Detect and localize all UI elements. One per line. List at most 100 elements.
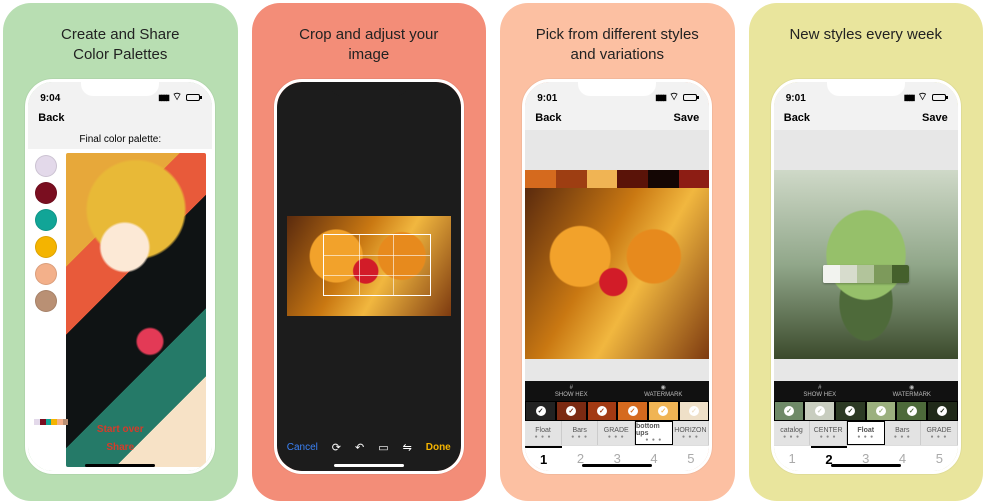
variation-option[interactable]: 1 [525, 446, 562, 471]
variation-option[interactable]: 1 [774, 446, 811, 471]
style-option[interactable]: catalog● ● ● [774, 421, 811, 445]
back-button[interactable]: Back [784, 112, 810, 124]
crop-image[interactable] [287, 216, 451, 316]
battery-icon [932, 94, 946, 101]
variation-option[interactable]: 5 [921, 446, 958, 471]
color-check[interactable] [587, 401, 618, 421]
phone-frame: 9:01 Back Save #SHOW HEX ◉WATERMARK [522, 79, 712, 474]
home-indicator [831, 464, 901, 467]
color-check[interactable] [679, 401, 710, 421]
home-indicator [334, 464, 404, 467]
variation-option[interactable]: 3 [847, 446, 884, 471]
clock: 9:01 [786, 93, 806, 104]
battery-icon [683, 94, 697, 101]
color-checks[interactable] [774, 401, 958, 421]
palette-swatch[interactable] [35, 290, 57, 312]
phone-frame: 9:04 Back Final color palette: Start ove… [25, 79, 215, 474]
signal-icon [158, 92, 168, 103]
save-button[interactable]: Save [922, 112, 948, 124]
control-header: #SHOW HEX ◉WATERMARK [525, 381, 709, 401]
promo-card-3: Pick from different styles and variation… [500, 3, 735, 501]
rotate-icon[interactable]: ⟳ [332, 441, 341, 454]
show-hex-toggle[interactable]: #SHOW HEX [774, 381, 866, 401]
color-check[interactable] [556, 401, 587, 421]
color-check[interactable] [804, 401, 835, 421]
palette-swatch[interactable] [35, 263, 57, 285]
aspect-icon[interactable]: ▭ [378, 441, 388, 454]
color-check[interactable] [774, 401, 805, 421]
caption-line: New styles every week [789, 26, 942, 43]
wifi-icon [917, 90, 927, 104]
clock: 9:01 [537, 93, 557, 104]
style-option[interactable]: Bars● ● ● [562, 421, 599, 445]
variation-option[interactable]: 2 [562, 446, 599, 471]
color-checks[interactable] [525, 401, 709, 421]
wifi-icon [172, 90, 182, 104]
style-option[interactable]: Float● ● ● [525, 421, 562, 445]
style-option[interactable]: GRADE● ● ● [598, 421, 635, 445]
back-button[interactable]: Back [38, 112, 64, 124]
style-option[interactable]: HORIZON● ● ● [673, 421, 710, 445]
wifi-icon [669, 90, 679, 104]
share-button[interactable]: Share [28, 439, 212, 457]
variation-option[interactable]: 5 [672, 446, 709, 471]
color-check[interactable] [896, 401, 927, 421]
color-check[interactable] [927, 401, 958, 421]
home-indicator [582, 464, 652, 467]
style-option[interactable]: CENTER● ● ● [810, 421, 847, 445]
show-hex-toggle[interactable]: #SHOW HEX [525, 381, 617, 401]
watermark-toggle[interactable]: ◉WATERMARK [866, 381, 958, 401]
phone-notch [578, 82, 656, 96]
back-button[interactable]: Back [535, 112, 561, 124]
save-button[interactable]: Save [674, 112, 700, 124]
color-check[interactable] [648, 401, 679, 421]
mirror-icon[interactable]: ⇋ [403, 441, 412, 454]
signal-icon [904, 92, 914, 103]
variation-option[interactable]: 4 [884, 446, 921, 471]
crop-frame[interactable] [323, 234, 431, 296]
color-check[interactable] [525, 401, 556, 421]
screen-title: Final color palette: [28, 130, 212, 149]
style-picker[interactable]: Float● ● ●Bars● ● ●GRADE● ● ●bottom ups●… [525, 421, 709, 445]
style-option[interactable]: Float● ● ● [847, 421, 885, 445]
color-check[interactable] [866, 401, 897, 421]
variation-option[interactable]: 3 [599, 446, 636, 471]
palette-strip [525, 170, 709, 188]
floating-palette [823, 265, 909, 283]
style-option[interactable]: GRADE● ● ● [921, 421, 958, 445]
palette-swatch[interactable] [35, 182, 57, 204]
color-check[interactable] [835, 401, 866, 421]
promo-card-1: Create and Share Color Palettes 9:04 Bac… [3, 3, 238, 501]
phone-notch [330, 82, 408, 96]
variation-picker[interactable]: 12345 [774, 445, 958, 471]
color-check[interactable] [617, 401, 648, 421]
style-picker[interactable]: catalog● ● ●CENTER● ● ●Float● ● ●Bars● ●… [774, 421, 958, 445]
signal-icon [655, 92, 665, 103]
nav-bar: Back [28, 106, 212, 130]
palette-swatch[interactable] [35, 209, 57, 231]
variation-option[interactable]: 2 [811, 446, 848, 471]
phone-notch [827, 82, 905, 96]
done-button[interactable]: Done [426, 442, 451, 453]
style-option[interactable]: Bars● ● ● [885, 421, 922, 445]
variation-option[interactable]: 4 [636, 446, 673, 471]
card-caption: Pick from different styles and variation… [536, 25, 699, 65]
caption-line: Crop and adjust your [299, 26, 438, 43]
watermark-toggle[interactable]: ◉WATERMARK [617, 381, 709, 401]
status-indicators [158, 90, 200, 104]
undo-icon[interactable]: ↶ [355, 441, 364, 454]
caption-line: Pick from different styles [536, 26, 699, 43]
spacer [774, 130, 958, 170]
start-over-button[interactable]: Start over [28, 421, 212, 439]
style-option[interactable]: bottom ups● ● ● [635, 421, 673, 445]
palette-swatch[interactable] [35, 155, 57, 177]
caption-line: Color Palettes [73, 46, 167, 63]
palette-swatch[interactable] [35, 236, 57, 258]
spacer [525, 130, 709, 170]
phone-notch [81, 82, 159, 96]
variation-picker[interactable]: 12345 [525, 445, 709, 471]
promo-card-4: New styles every week 9:01 Back Save [749, 3, 984, 501]
crop-editor[interactable]: Cancel ⟳ ↶ ▭ ⇋ Done [277, 106, 461, 471]
control-header: #SHOW HEX ◉WATERMARK [774, 381, 958, 401]
cancel-button[interactable]: Cancel [287, 442, 318, 453]
